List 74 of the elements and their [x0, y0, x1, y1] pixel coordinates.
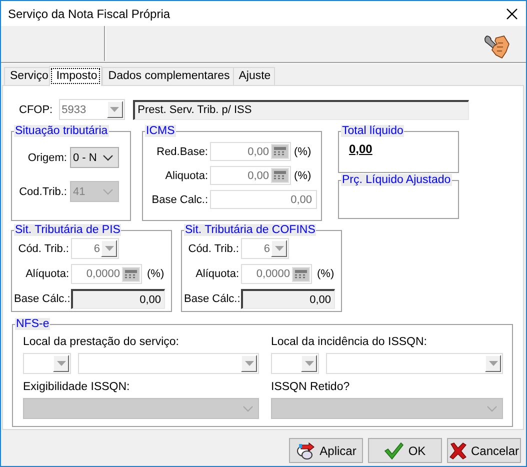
field-label: Base Cálc.: — [14, 293, 69, 305]
field-label: ISSQN Retido? — [271, 381, 351, 394]
input-field[interactable]: 0,00 — [241, 289, 335, 309]
field-label: Exigibilidade ISSQN: — [23, 381, 131, 394]
combo-value: 41 — [72, 186, 86, 198]
field-label: CFOP: — [19, 104, 53, 116]
field-label: Aliquota: — [164, 170, 208, 182]
dropdown-button[interactable] — [53, 355, 69, 372]
caret-icon — [104, 246, 114, 251]
calculator-icon[interactable] — [292, 266, 310, 282]
chevron-icon — [103, 188, 113, 194]
state-combo[interactable] — [23, 353, 71, 374]
field-label: Base Calc.: — [150, 194, 208, 206]
combo-value: 6 — [262, 242, 271, 254]
combo-value: 6 — [92, 242, 101, 254]
unit-label: (%) — [293, 146, 312, 158]
field-label: Cod.Trib.: — [18, 186, 67, 198]
close-icon — [448, 442, 467, 460]
unit-label: (%) — [293, 170, 312, 182]
checkmark-icon — [384, 442, 404, 460]
tab[interactable]: Dados complementares — [102, 67, 234, 85]
close-icon[interactable] — [506, 8, 518, 20]
calculator-icon[interactable] — [122, 266, 140, 282]
window-title: Serviço da Nota Fiscal Própria — [8, 6, 170, 20]
wrench-hand-icon[interactable] — [484, 34, 510, 60]
caret-icon — [304, 361, 314, 366]
apply-button[interactable]: Aplicar — [289, 438, 363, 463]
field-label: Alíquota: — [194, 268, 239, 280]
total-value: 0,00 — [349, 142, 372, 156]
caret-icon — [274, 246, 284, 251]
input-field[interactable]: 0,00 — [71, 289, 165, 309]
group-title: Prç. Líquido Ajustado — [341, 174, 452, 186]
caret-icon — [244, 361, 254, 366]
calculator-icon[interactable] — [271, 168, 289, 183]
group-title: Sit. Tributária de COFINS — [184, 224, 316, 236]
origin-combo[interactable]: 0 - N — [70, 147, 119, 168]
group-title: ICMS — [145, 125, 176, 137]
input-field[interactable]: 0,0000 — [71, 264, 142, 284]
input-field[interactable]: 0,00 — [210, 142, 291, 161]
combo-value: 0 - N — [72, 152, 98, 164]
field-label: Local da incidência do ISSQN: — [271, 336, 428, 349]
input-field[interactable]: 0,00 — [210, 190, 317, 209]
unit-label: (%) — [316, 268, 334, 280]
group-title: Total líquido — [341, 125, 404, 137]
group-title: Situação tributária — [14, 125, 109, 137]
chevron-icon — [487, 406, 497, 412]
tab[interactable]: Ajuste — [232, 67, 275, 85]
input-field[interactable]: 0,00 — [210, 166, 291, 185]
input-field[interactable]: 0,0000 — [241, 264, 312, 284]
group-title: Sit. Tributária de PIS — [14, 224, 122, 236]
dropdown-button[interactable] — [485, 355, 501, 372]
field-label: Local da prestação do serviço: — [23, 336, 180, 349]
ok-button[interactable]: OK — [368, 438, 442, 463]
caret-icon — [110, 107, 120, 112]
chevron-icon — [243, 406, 253, 412]
caret-icon — [56, 361, 66, 366]
apply-icon — [296, 440, 316, 460]
field-label: Cód. Trib.: — [187, 242, 239, 254]
field-label: Origem: — [26, 152, 67, 164]
calculator-icon[interactable] — [271, 144, 289, 159]
group-title: NFS-e — [15, 318, 50, 330]
dropdown-button[interactable] — [241, 355, 257, 372]
dropdown-button[interactable] — [301, 355, 317, 372]
chevron-icon — [103, 154, 113, 160]
caret-icon — [488, 361, 498, 366]
unit-label: (%) — [146, 268, 164, 280]
tab[interactable]: Imposto — [49, 66, 102, 86]
cancel-button[interactable]: Cancelar — [447, 438, 521, 463]
field-label: Cód. Trib.: — [17, 242, 69, 254]
field-label: Red.Base: — [156, 146, 208, 158]
combo-value: 5933 — [60, 104, 88, 116]
field-label: Base Cálc.: — [184, 293, 239, 305]
field-label: Alíquota: — [24, 268, 69, 280]
state-combo[interactable] — [271, 353, 319, 374]
